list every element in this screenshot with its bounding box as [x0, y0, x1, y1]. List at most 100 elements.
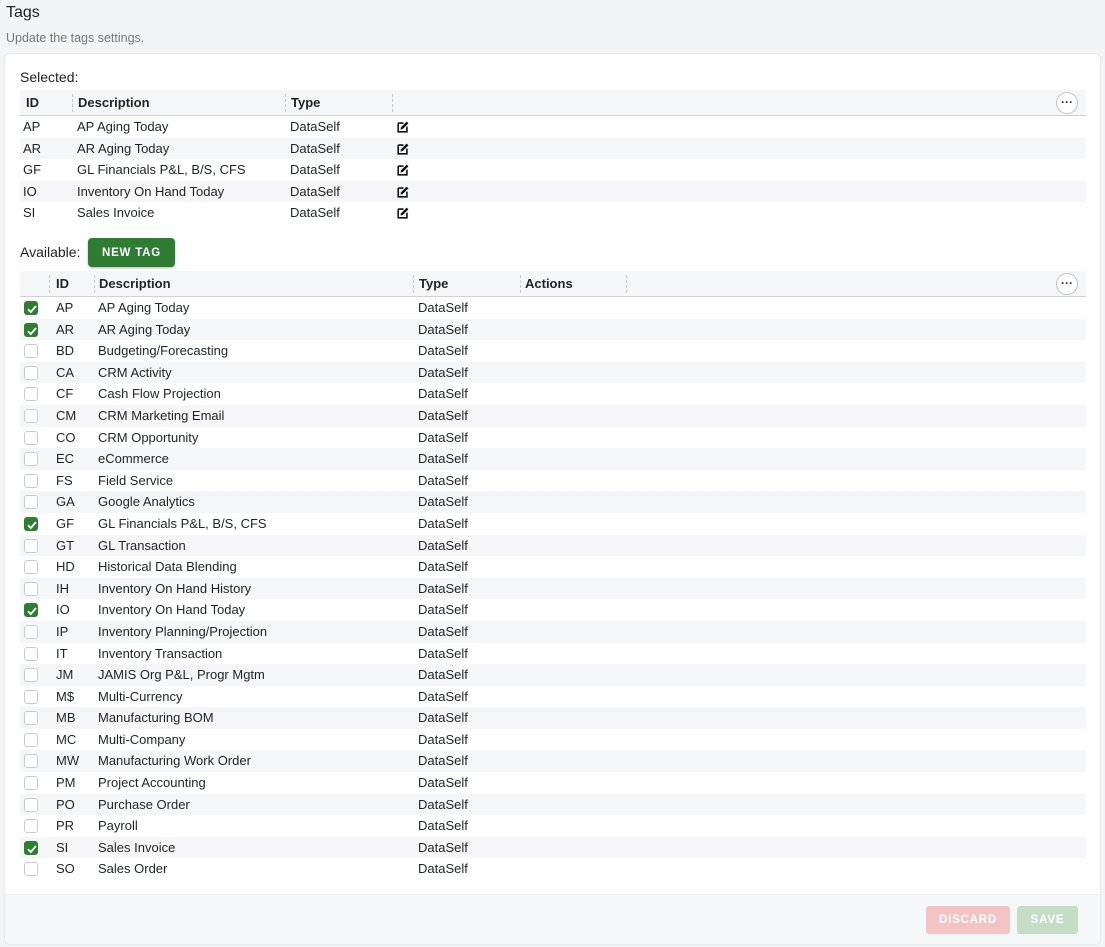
table-row[interactable]: GF GL Financials P&L, B/S, CFS DataSelf — [20, 513, 1086, 535]
row-id: AP — [56, 300, 74, 315]
row-description: Field Service — [98, 472, 174, 488]
row-checkbox[interactable] — [24, 689, 38, 704]
row-description: Multi-Currency — [98, 688, 183, 704]
row-checkbox[interactable] — [24, 624, 38, 639]
discard-button[interactable]: DISCARD — [926, 906, 1010, 934]
table-row[interactable]: JM JAMIS Org P&L, Progr Mgtm DataSelf — [20, 664, 1086, 686]
table-row[interactable]: PO Purchase Order DataSelf — [20, 793, 1086, 816]
row-checkbox[interactable] — [24, 797, 38, 812]
table-row[interactable]: IH Inventory On Hand History DataSelf — [20, 577, 1086, 600]
table-row[interactable]: FS Field Service DataSelf — [20, 470, 1086, 492]
available-label: Available: — [20, 244, 81, 260]
row-checkbox[interactable] — [24, 581, 38, 596]
edit-icon[interactable] — [396, 120, 410, 134]
checkmark-icon — [27, 521, 37, 530]
table-row[interactable]: HD Historical Data Blending DataSelf — [20, 556, 1086, 578]
table-row[interactable]: CA CRM Activity DataSelf — [20, 361, 1086, 384]
table-row[interactable]: EC eCommerce DataSelf — [20, 448, 1086, 470]
table-row[interactable]: PR Payroll DataSelf — [20, 815, 1086, 837]
save-button[interactable]: SAVE — [1017, 906, 1078, 934]
row-checkbox[interactable] — [24, 668, 38, 683]
row-id: M$ — [56, 688, 75, 704]
table-row[interactable]: AP AP Aging Today DataSelf — [20, 297, 1086, 319]
row-id: IO — [56, 602, 70, 618]
row-description: Purchase Order — [98, 796, 190, 812]
more-options-icon[interactable]: ··· — [1056, 273, 1078, 295]
table-row[interactable]: AP AP Aging Today DataSelf — [20, 116, 1086, 138]
row-checkbox[interactable] — [24, 776, 38, 791]
row-checkbox[interactable] — [24, 408, 38, 423]
row-checkbox[interactable] — [24, 819, 38, 834]
new-tag-button[interactable]: NEW TAG — [88, 238, 175, 267]
table-row[interactable]: M$ Multi-Currency DataSelf — [20, 686, 1086, 708]
table-row[interactable]: IT Inventory Transaction DataSelf — [20, 643, 1086, 665]
col-type-header[interactable]: Type — [415, 271, 448, 297]
row-checkbox[interactable] — [24, 603, 38, 618]
edit-icon[interactable] — [396, 206, 410, 220]
row-checkbox[interactable] — [24, 538, 38, 553]
row-id: PR — [56, 818, 75, 834]
table-row[interactable]: CO CRM Opportunity DataSelf — [20, 427, 1086, 449]
row-checkbox[interactable] — [24, 322, 38, 337]
col-id-header[interactable]: ID — [22, 90, 39, 116]
col-id-header[interactable]: ID — [52, 271, 69, 297]
table-row[interactable]: MC Multi-Company DataSelf — [20, 729, 1086, 751]
row-checkbox[interactable] — [24, 365, 38, 380]
edit-icon[interactable] — [396, 185, 410, 199]
table-row[interactable]: IO Inventory On Hand Today DataSelf — [20, 599, 1086, 621]
table-row[interactable]: AR AR Aging Today DataSelf — [20, 318, 1086, 341]
table-row[interactable]: MW Manufacturing Work Order DataSelf — [20, 750, 1086, 773]
tags-card: Selected: ID Description Type ··· AP AP A… — [5, 54, 1100, 944]
row-type: DataSelf — [418, 364, 468, 380]
row-checkbox[interactable] — [24, 862, 38, 877]
row-id: MC — [56, 731, 77, 747]
row-checkbox[interactable] — [24, 516, 38, 531]
row-checkbox[interactable] — [24, 473, 38, 488]
table-row[interactable]: AR AR Aging Today DataSelf — [20, 137, 1086, 160]
table-row[interactable]: MB Manufacturing BOM DataSelf — [20, 707, 1086, 729]
table-row[interactable]: GT GL Transaction DataSelf — [20, 534, 1086, 557]
more-options-icon[interactable]: ··· — [1056, 92, 1078, 114]
row-id: MW — [56, 753, 80, 769]
row-checkbox[interactable] — [24, 387, 38, 402]
table-row[interactable]: CF Cash Flow Projection DataSelf — [20, 383, 1086, 405]
row-type: DataSelf — [418, 321, 468, 337]
row-checkbox[interactable] — [24, 754, 38, 769]
row-checkbox[interactable] — [24, 560, 38, 575]
row-id: HD — [56, 559, 75, 575]
row-checkbox[interactable] — [24, 711, 38, 726]
row-id: IH — [56, 580, 69, 596]
table-row[interactable]: SI Sales Invoice DataSelf — [20, 836, 1086, 859]
row-description: CRM Activity — [98, 364, 172, 380]
edit-icon[interactable] — [396, 142, 410, 156]
table-row[interactable]: SO Sales Order DataSelf — [20, 858, 1086, 880]
table-row[interactable]: GA Google Analytics DataSelf — [20, 491, 1086, 513]
col-actions-header[interactable]: Actions — [521, 271, 573, 297]
row-checkbox[interactable] — [24, 452, 38, 467]
row-checkbox[interactable] — [24, 646, 38, 661]
col-description-header[interactable]: Description — [95, 271, 171, 297]
row-checkbox[interactable] — [24, 344, 38, 359]
table-row[interactable]: IP Inventory Planning/Projection DataSelf — [20, 620, 1086, 643]
row-type: DataSelf — [418, 839, 468, 855]
row-id: SI — [23, 205, 36, 221]
row-id: BD — [56, 343, 75, 359]
edit-icon[interactable] — [396, 163, 410, 177]
table-row[interactable]: GF GL Financials P&L, B/S, CFS DataSelf — [20, 159, 1086, 181]
row-checkbox[interactable] — [24, 732, 38, 747]
row-description: eCommerce — [98, 451, 169, 467]
table-row[interactable]: CM CRM Marketing Email DataSelf — [20, 404, 1086, 427]
row-checkbox[interactable] — [24, 840, 38, 855]
col-description-header[interactable]: Description — [74, 90, 150, 116]
table-row[interactable]: SI Sales Invoice DataSelf — [20, 202, 1086, 224]
row-description: AP Aging Today — [98, 300, 190, 315]
table-row[interactable]: BD Budgeting/Forecasting DataSelf — [20, 340, 1086, 362]
row-checkbox[interactable] — [24, 301, 38, 315]
table-row[interactable]: IO Inventory On Hand Today DataSelf — [20, 180, 1086, 203]
row-id: AR — [23, 140, 42, 156]
table-row[interactable]: PM Project Accounting DataSelf — [20, 772, 1086, 794]
row-checkbox[interactable] — [24, 495, 38, 510]
row-checkbox[interactable] — [24, 430, 38, 445]
row-id: GT — [56, 537, 75, 553]
col-type-header[interactable]: Type — [287, 90, 320, 116]
